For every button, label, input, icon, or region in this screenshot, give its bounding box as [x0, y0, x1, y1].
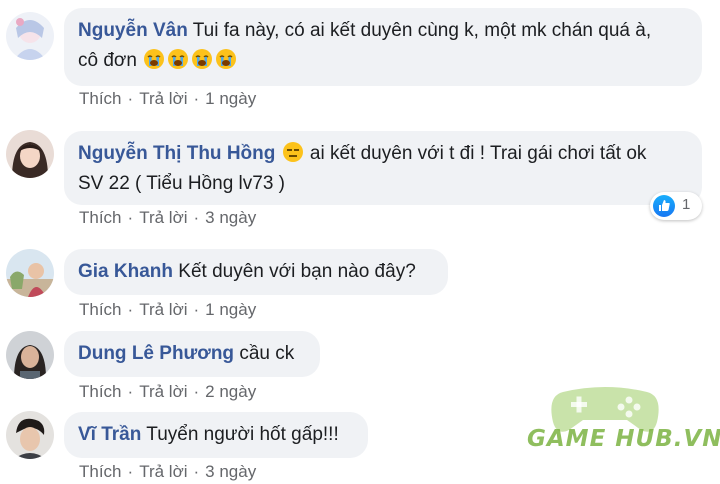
comment-actions: Thích · Trả lời · 3 ngày: [79, 462, 256, 482]
reply-link[interactable]: Trả lời: [139, 462, 187, 481]
comment-text: cô đơn: [78, 50, 137, 71]
timestamp[interactable]: 3 ngày: [205, 208, 256, 227]
separator: ·: [193, 208, 200, 227]
avatar[interactable]: [6, 12, 54, 60]
comment-text: ai kết duyên với t đi ! Trai gái chơi tấ…: [309, 143, 647, 164]
separator: ·: [127, 462, 134, 481]
avatar[interactable]: [6, 249, 54, 297]
reply-link[interactable]: Trả lời: [139, 382, 187, 401]
reaction-summary[interactable]: 1: [650, 192, 702, 220]
comment-text: Kết duyên với bạn nào đây?: [178, 261, 416, 282]
comment-bubble: Dung Lê Phương cầu ck: [64, 331, 320, 377]
gamehub-watermark: GAME HUB.VN: [527, 382, 720, 472]
comment-text: SV 22 ( Tiểu Hồng lv73 ): [78, 173, 285, 194]
comment-actions: Thích · Trả lời · 2 ngày: [79, 382, 256, 402]
comment-bubble: Vĩ Trần Tuyển người hốt gấp!!!: [64, 412, 368, 458]
timestamp[interactable]: 1 ngày: [205, 89, 256, 108]
comment-actions: Thích · Trả lời · 1 ngày: [79, 300, 256, 320]
comment-author[interactable]: Dung Lê Phương: [78, 343, 234, 364]
comment-actions: Thích · Trả lời · 3 ngày: [79, 208, 256, 228]
comment-actions: Thích · Trả lời · 1 ngày: [79, 89, 256, 109]
reply-link[interactable]: Trả lời: [139, 208, 187, 227]
like-link[interactable]: Thích: [79, 208, 122, 227]
comment-text: Tuyển người hốt gấp!!!: [146, 424, 339, 445]
comment-author[interactable]: Gia Khanh: [78, 261, 173, 282]
comment-bubble: Nguyễn Vân Tui fa này, có ai kết duyên c…: [64, 8, 702, 86]
crying-emoji-icon: [144, 49, 165, 69]
separator: ·: [193, 300, 200, 319]
separator: ·: [127, 208, 134, 227]
comment-text: cầu ck: [239, 343, 295, 364]
comment-author[interactable]: Nguyễn Thị Thu Hồng: [78, 143, 275, 164]
crying-emoji-icon: [192, 49, 213, 69]
avatar[interactable]: [6, 411, 54, 459]
like-link[interactable]: Thích: [79, 89, 122, 108]
reply-link[interactable]: Trả lời: [139, 89, 187, 108]
separator: ·: [193, 462, 200, 481]
comment-bubble: Nguyễn Thị Thu Hồng ai kết duyên với t đ…: [64, 131, 702, 205]
comment-text: Tui fa này, có ai kết duyên cùng k, một …: [192, 20, 652, 41]
separator: ·: [193, 89, 200, 108]
like-link[interactable]: Thích: [79, 462, 122, 481]
separator: ·: [127, 300, 134, 319]
comment-bubble: Gia Khanh Kết duyên với bạn nào đây?: [64, 249, 448, 295]
watermark-text: GAME HUB.VN: [527, 426, 720, 452]
reaction-count: 1: [682, 196, 691, 213]
separator: ·: [127, 382, 134, 401]
expressionless-emoji-icon: [282, 142, 303, 162]
separator: ·: [127, 89, 134, 108]
comment-author[interactable]: Nguyễn Vân: [78, 20, 188, 41]
like-link[interactable]: Thích: [79, 382, 122, 401]
comment-author[interactable]: Vĩ Trần: [78, 424, 141, 445]
timestamp[interactable]: 2 ngày: [205, 382, 256, 401]
separator: ·: [193, 382, 200, 401]
timestamp[interactable]: 3 ngày: [205, 462, 256, 481]
like-link[interactable]: Thích: [79, 300, 122, 319]
reply-link[interactable]: Trả lời: [139, 300, 187, 319]
avatar[interactable]: [6, 331, 54, 379]
avatar[interactable]: [6, 130, 54, 178]
crying-emoji-icon: [168, 49, 189, 69]
crying-emoji-icon: [216, 49, 237, 69]
timestamp[interactable]: 1 ngày: [205, 300, 256, 319]
like-reaction-icon: [653, 195, 675, 217]
